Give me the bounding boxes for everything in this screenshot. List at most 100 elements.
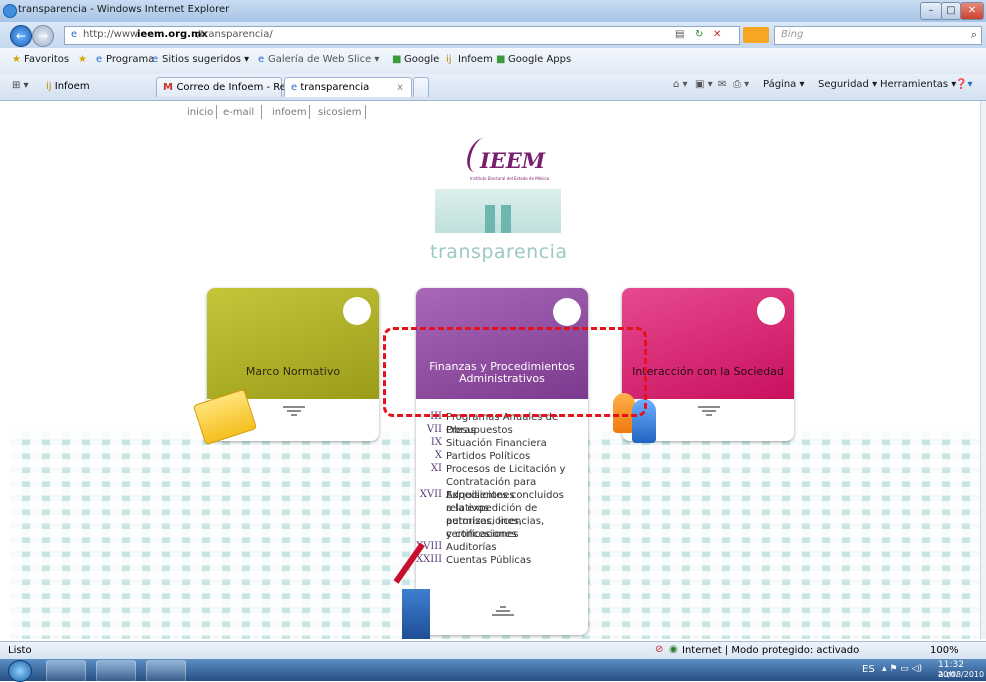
popup-blocked-icon[interactable]: ⊘ (655, 644, 663, 655)
item-roman: XXIII (416, 554, 443, 565)
fav-webslice[interactable]: Galería de Web Slice ▾ (268, 54, 379, 65)
divider (309, 105, 310, 119)
zone-text[interactable]: Internet | Modo protegido: activado (682, 645, 859, 656)
card-header: Interacción con la Sociedad (622, 288, 794, 399)
item-roman: X (434, 450, 442, 461)
fav-sitios[interactable]: Sitios sugeridos ▾ (162, 54, 249, 65)
compat-icon[interactable]: ▤ (675, 29, 684, 40)
close-button[interactable]: ✕ (960, 2, 984, 20)
tab-infoem[interactable]: ĳ Infoem (40, 77, 152, 97)
item-link[interactable]: Situación Financiera (446, 437, 547, 450)
expand-icon[interactable] (698, 406, 720, 416)
infoem-icon: ĳ (446, 54, 452, 65)
status-bar: Listo ⊘ ◉ Internet | Modo protegido: act… (0, 641, 986, 660)
google-apps-icon: ■ (496, 54, 506, 65)
page-icon: e (96, 54, 103, 65)
pie-chart-icon (553, 298, 581, 326)
scrollbar[interactable] (980, 101, 986, 639)
item-link[interactable]: Presupuestos (446, 424, 513, 437)
new-tab-button[interactable] (413, 77, 429, 97)
google-icon: ■ (392, 54, 402, 65)
fav-programa[interactable]: Programa (106, 54, 154, 65)
people-icon (757, 297, 785, 325)
close-tab-icon[interactable]: x (397, 78, 403, 98)
back-button[interactable]: ← (10, 25, 32, 47)
link-email[interactable]: e-mail (223, 107, 254, 118)
card-title: Marco Normativo (245, 365, 341, 378)
divider (365, 105, 366, 119)
highlight-box (383, 327, 647, 417)
address-input[interactable]: e http://www. ieem.org.mx /transparencia… (64, 26, 740, 45)
marco-normativo-icon (343, 297, 371, 325)
address-toolbar: ← → e http://www. ieem.org.mx /transpare… (0, 22, 986, 48)
quick-tabs-icon[interactable]: ⊞ ▾ (12, 80, 29, 91)
item-link[interactable]: Partidos Políticos (446, 450, 530, 463)
search-input[interactable]: Bing ⌕ (774, 26, 982, 45)
help-icon[interactable]: ❓▾ (955, 79, 972, 90)
gmail-icon: M (163, 82, 177, 93)
favorites-button[interactable]: Favoritos (24, 54, 69, 65)
link-infoem[interactable]: infoem (272, 107, 307, 118)
page-icon: e (152, 54, 159, 65)
taskbar: ES ▴ ⚑ ▭ ◁) 11:32 a.m. 20/08/2010 (0, 659, 986, 682)
start-button[interactable] (8, 660, 32, 682)
language-indicator[interactable]: ES (862, 664, 875, 675)
page-icon: e (291, 82, 301, 93)
item-link[interactable]: y concesiones (446, 528, 517, 541)
minimize-button[interactable]: – (920, 2, 942, 20)
fav-infoem[interactable]: Infoem (458, 54, 493, 65)
zoom-level[interactable]: 100% (930, 645, 959, 656)
bar-chart-icon (402, 589, 430, 639)
expand-icon[interactable] (283, 406, 305, 416)
security-menu[interactable]: Seguridad ▾ (818, 79, 877, 90)
link-inicio[interactable]: inicio (187, 107, 213, 118)
item-link[interactable]: Cuentas Públicas (446, 554, 531, 567)
url-suffix: /transparencia/ (197, 29, 273, 40)
divider (216, 105, 217, 119)
fav-google-apps[interactable]: Google Apps (508, 54, 571, 65)
window-title: transparencia - Windows Internet Explore… (18, 4, 230, 15)
link-sicosiem[interactable]: sicosiem (318, 107, 362, 118)
stop-icon[interactable]: ✕ (713, 29, 721, 40)
divider (261, 105, 262, 119)
forward-button[interactable]: → (32, 25, 54, 47)
favorites-bar: ★ Favoritos ★ e Programa e Sitios sugeri… (0, 48, 986, 75)
tray-icons[interactable]: ▴ ⚑ ▭ ◁) (882, 664, 922, 674)
item-link[interactable]: Procesos de Licitación y (446, 463, 565, 476)
page-content: inicio e-mail infoem sicosiem IEEM Insti… (10, 101, 980, 639)
item-link[interactable]: Auditorías (446, 541, 497, 554)
taskbar-explorer-icon[interactable] (96, 660, 136, 682)
print-icon[interactable]: ⎙ ▾ (733, 79, 749, 90)
infoem-icon: ĳ (46, 81, 55, 92)
ieem-logo: IEEM Instituto Electoral del Estado de M… (456, 138, 566, 188)
ie-icon (3, 4, 17, 18)
card-title: Interacción con la Sociedad (632, 365, 784, 378)
add-favorite-icon[interactable]: ★ (78, 54, 87, 65)
transparency-title: transparencia (430, 241, 568, 263)
fav-google[interactable]: Google (404, 54, 439, 65)
globe-icon: ◉ (669, 644, 678, 655)
item-roman: XI (430, 463, 442, 474)
bing-icon (743, 27, 769, 43)
collapse-icon[interactable] (492, 606, 514, 616)
page-menu[interactable]: Página ▾ (763, 79, 805, 90)
tab-correo[interactable]: M Correo de Infoem - Recibi... (156, 77, 313, 97)
star-icon: ★ (12, 54, 21, 65)
url-prefix: http://www. (83, 29, 141, 40)
home-icon[interactable]: ⌂ ▾ (673, 79, 688, 90)
mail-icon[interactable]: ✉ (718, 79, 726, 90)
item-roman: XVII (419, 489, 442, 500)
status-text: Listo (8, 645, 32, 656)
tools-menu[interactable]: Herramientas ▾ (880, 79, 956, 90)
taskbar-ie-icon[interactable] (46, 660, 86, 682)
feeds-icon[interactable]: ▣ ▾ (695, 79, 713, 90)
page-icon: e (258, 54, 265, 65)
item-roman: VII (426, 424, 442, 435)
tab-transparencia[interactable]: e transparencia x (284, 77, 412, 97)
transparency-gate-graphic (435, 189, 561, 233)
card-header: Marco Normativo (207, 288, 379, 399)
taskbar-word-icon[interactable] (146, 660, 186, 682)
search-icon[interactable]: ⌕ (971, 28, 977, 42)
refresh-icon[interactable]: ↻ (695, 29, 703, 40)
maximize-button[interactable]: □ (941, 2, 961, 20)
